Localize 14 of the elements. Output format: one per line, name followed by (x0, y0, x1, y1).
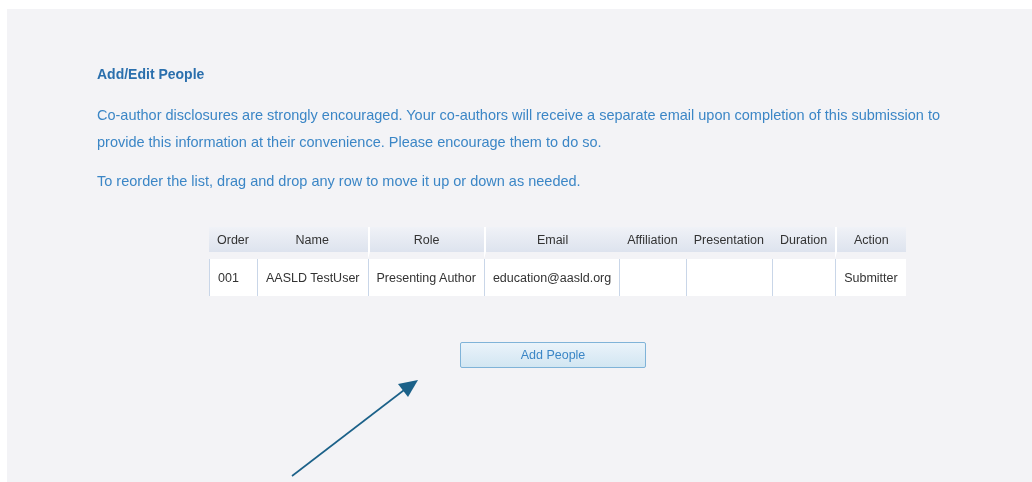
instruction-text: To reorder the list, drag and drop any row to move it up or down as needed. (97, 172, 582, 191)
table-cell (619, 259, 686, 296)
table-cell: 001 (209, 259, 257, 296)
instruction-text: Co-author disclosures are strongly encouraged. Your co-authors will receive a separate email upon completion of this submission to provide this information at their convenience. Please encourage them to do so. (97, 106, 942, 152)
table-cell: education@aasld.org (483, 259, 620, 296)
arrow-icon (291, 380, 418, 477)
table-cell: Submitter (835, 259, 906, 296)
table-cell: AASLD TestUser (256, 259, 368, 296)
column-header[interactable]: Action (835, 227, 906, 259)
table-cell (771, 259, 836, 296)
section-heading: Add/Edit People (97, 66, 206, 82)
column-header[interactable]: Email (483, 227, 620, 259)
column-header[interactable]: Role (367, 227, 484, 259)
table-cell: Presenting Author (367, 259, 484, 296)
